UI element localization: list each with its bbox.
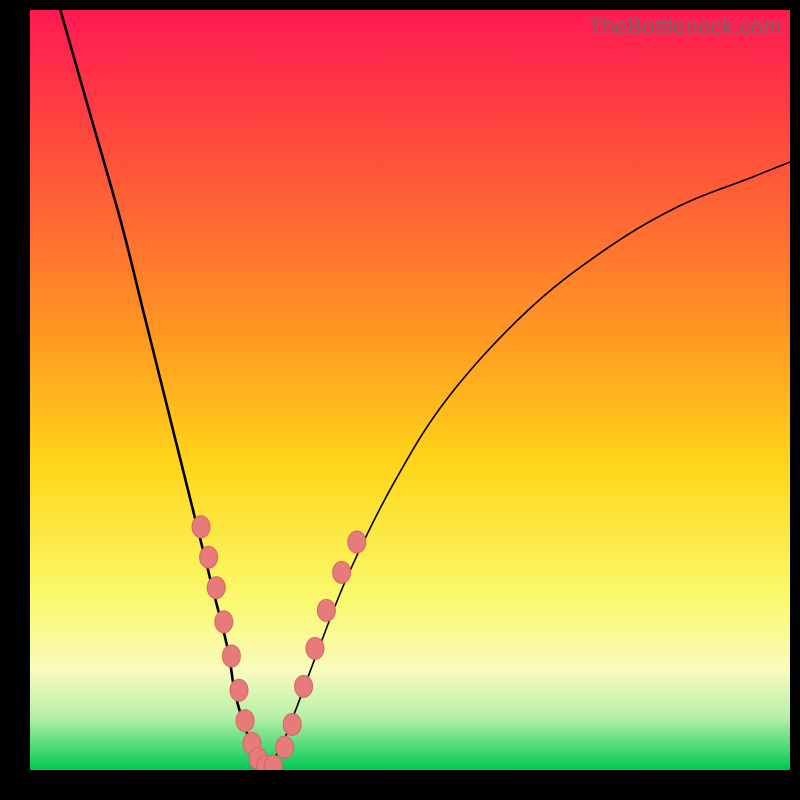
bead-marker xyxy=(207,577,225,599)
bead-marker xyxy=(222,645,240,667)
bead-marker xyxy=(215,611,233,633)
chart-frame: TheBottleneck.com xyxy=(0,0,800,800)
bead-marker xyxy=(276,736,294,758)
bead-marker xyxy=(317,599,335,621)
bead-marker xyxy=(236,710,254,732)
plot-area: TheBottleneck.com xyxy=(30,10,790,770)
bead-marker xyxy=(306,637,324,659)
highlight-beads xyxy=(192,516,366,770)
bead-marker xyxy=(348,531,366,553)
bead-marker xyxy=(230,679,248,701)
curves-svg xyxy=(30,10,790,770)
bead-marker xyxy=(283,713,301,735)
bead-marker xyxy=(333,561,351,583)
right-curve xyxy=(266,162,790,770)
bead-marker xyxy=(200,546,218,568)
bead-marker xyxy=(192,516,210,538)
bead-marker xyxy=(295,675,313,697)
